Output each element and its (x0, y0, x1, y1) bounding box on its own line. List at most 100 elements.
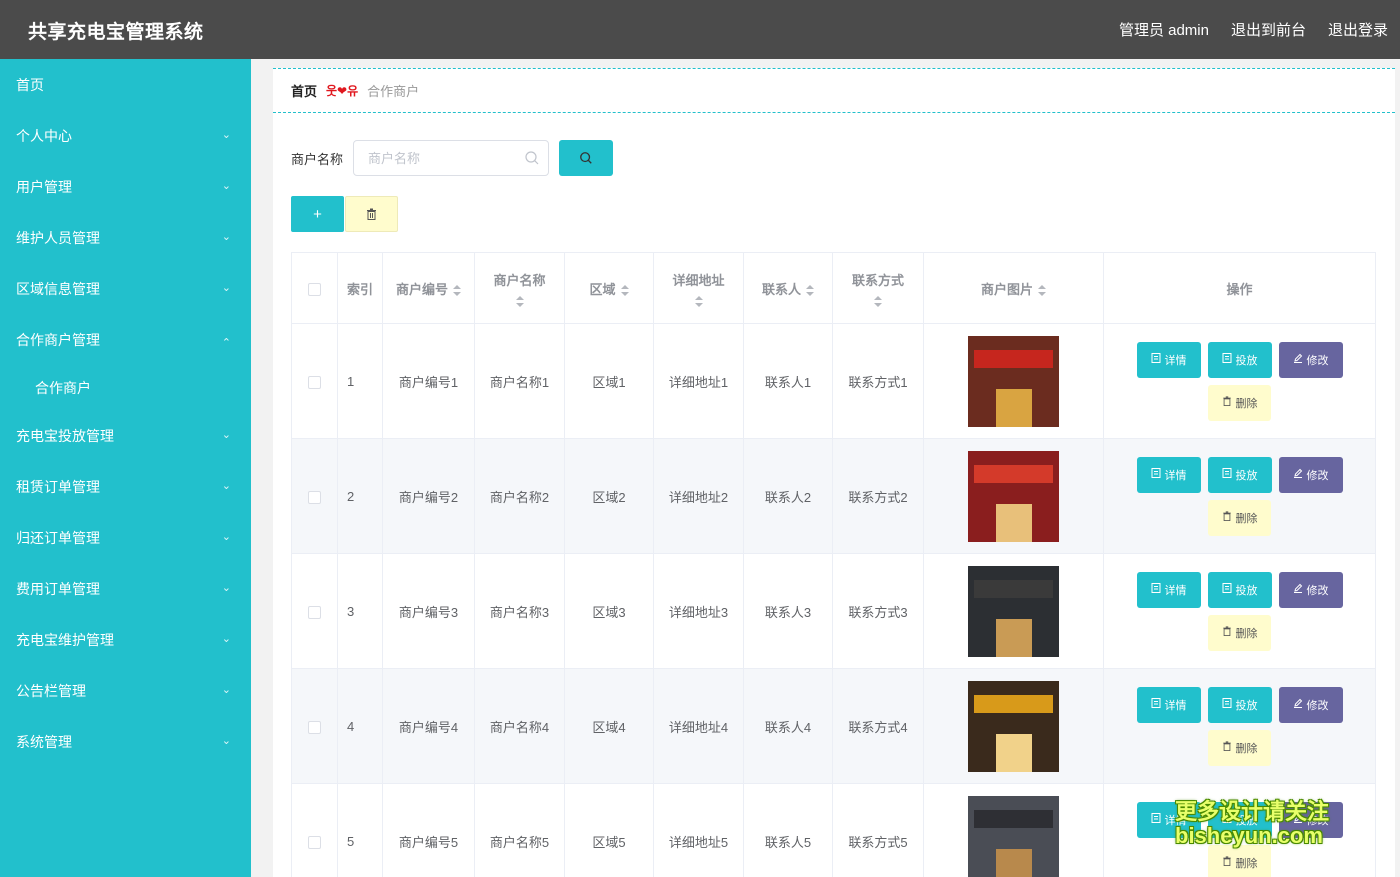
breadcrumb-home[interactable]: 首页 (291, 81, 317, 100)
cell-code: 商户编号2 (382, 438, 475, 554)
delete-button[interactable]: 删除 (1208, 844, 1271, 877)
cell-name: 商户名称5 (474, 783, 565, 877)
header-contact[interactable]: 联系人 (743, 252, 833, 324)
trash-icon (1222, 396, 1232, 409)
sidebar-item-label: 维护人员管理 (16, 229, 100, 246)
cell-area: 区域3 (564, 553, 654, 669)
search-input[interactable] (354, 141, 548, 175)
watermark: 更多设计请关注 bisheyun.com (1175, 799, 1329, 848)
checkbox[interactable] (308, 720, 321, 734)
header-phone[interactable]: 联系方式 (832, 252, 924, 324)
sidebar-item-personal-center[interactable]: 个人中心 ⌄ (0, 110, 251, 161)
sidebar-item-system-management[interactable]: 系统管理 ⌄ (0, 716, 251, 767)
cell-code: 商户编号4 (382, 668, 475, 784)
header-address[interactable]: 详细地址 (653, 252, 744, 324)
row-select-cell[interactable] (291, 438, 338, 554)
sort-icon[interactable] (874, 295, 882, 307)
row-select-cell[interactable] (291, 783, 338, 877)
sidebar-item-user-management[interactable]: 用户管理 ⌄ (0, 161, 251, 212)
chevron-down-icon: ⌄ (221, 531, 231, 543)
merchant-image[interactable] (968, 565, 1059, 657)
chevron-down-icon: ⌄ (221, 582, 231, 594)
sort-icon[interactable] (1038, 284, 1046, 296)
sidebar-item-label: 公告栏管理 (16, 682, 86, 699)
cell-index: 2 (337, 438, 383, 554)
checkbox[interactable] (308, 605, 321, 619)
deploy-button[interactable]: 投放 (1207, 686, 1272, 723)
sidebar-item-home[interactable]: 首页 (0, 59, 251, 110)
document-icon (1151, 698, 1161, 711)
checkbox[interactable] (308, 375, 321, 389)
admin-user-label[interactable]: 管理员 admin (1119, 19, 1209, 40)
sidebar-item-fee-orders[interactable]: 费用订单管理 ⌄ (0, 563, 251, 614)
edit-button[interactable]: 修改 (1278, 456, 1343, 493)
checkbox[interactable] (308, 835, 321, 849)
toolbar: + (291, 196, 398, 232)
header-name[interactable]: 商户名称 (474, 252, 565, 324)
cell-contact: 联系人5 (743, 783, 833, 877)
deploy-button[interactable]: 投放 (1207, 456, 1272, 493)
header-select-all[interactable] (291, 252, 338, 324)
search-form: 商户名称 (291, 140, 613, 176)
row-select-cell[interactable] (291, 553, 338, 669)
goto-front-link[interactable]: 退出到前台 (1231, 19, 1306, 40)
detail-button[interactable]: 详情 (1136, 571, 1201, 608)
logout-link[interactable]: 退出登录 (1328, 19, 1388, 40)
merchant-image[interactable] (968, 680, 1059, 772)
pencil-icon (1293, 698, 1303, 711)
sidebar-item-notice-board[interactable]: 公告栏管理 ⌄ (0, 665, 251, 716)
header-image[interactable]: 商户图片 (923, 252, 1104, 324)
cell-contact: 联系人3 (743, 553, 833, 669)
chevron-down-icon: ⌄ (221, 429, 231, 441)
merchant-image[interactable] (968, 795, 1059, 877)
search-icon (525, 151, 539, 165)
sort-icon[interactable] (694, 295, 703, 307)
edit-button[interactable]: 修改 (1278, 341, 1343, 378)
cell-name: 商户名称4 (474, 668, 565, 784)
row-select-cell[interactable] (291, 323, 338, 439)
header-area[interactable]: 区域 (564, 252, 654, 324)
cell-address: 详细地址5 (653, 783, 744, 877)
sidebar-item-maintainer-management[interactable]: 维护人员管理 ⌄ (0, 212, 251, 263)
cell-operations: 详情 投放 修改 删除 (1103, 668, 1376, 784)
sidebar-item-powerbank-maintenance[interactable]: 充电宝维护管理 ⌄ (0, 614, 251, 665)
delete-button[interactable]: 删除 (1208, 499, 1271, 536)
sort-icon[interactable] (453, 284, 461, 296)
edit-button[interactable]: 修改 (1278, 571, 1343, 608)
edit-button[interactable]: 修改 (1278, 686, 1343, 723)
delete-button[interactable]: 删除 (1208, 384, 1271, 421)
cell-area: 区域2 (564, 438, 654, 554)
sidebar-item-rental-orders[interactable]: 租赁订单管理 ⌄ (0, 461, 251, 512)
sidebar-item-area-management[interactable]: 区域信息管理 ⌄ (0, 263, 251, 314)
delete-button[interactable]: 删除 (1208, 729, 1271, 766)
document-icon (1151, 468, 1161, 481)
detail-button[interactable]: 详情 (1136, 686, 1201, 723)
checkbox[interactable] (308, 282, 321, 296)
table-header-row: 索引 商户编号 商户名称 区域 详细地址 联系人 联系方式 商户图片 操作 (291, 252, 1376, 324)
sidebar-subitem-merchant[interactable]: 合作商户 (0, 365, 251, 410)
deploy-button[interactable]: 投放 (1207, 341, 1272, 378)
top-bar: 共享充电宝管理系统 管理员 admin 退出到前台 退出登录 (0, 0, 1400, 59)
header-code[interactable]: 商户编号 (382, 252, 475, 324)
sidebar-item-merchant-management[interactable]: 合作商户管理 ⌃ (0, 314, 251, 365)
cell-phone: 联系方式5 (832, 783, 924, 877)
deploy-button[interactable]: 投放 (1207, 571, 1272, 608)
batch-delete-button[interactable] (345, 196, 398, 232)
pencil-icon (1293, 353, 1303, 366)
checkbox[interactable] (308, 490, 321, 504)
delete-button[interactable]: 删除 (1208, 614, 1271, 651)
table-row: 1 商户编号1 商户名称1 区域1 详细地址1 联系人1 联系方式1 详情 投放… (291, 323, 1376, 439)
sort-icon[interactable] (515, 295, 524, 307)
merchant-image[interactable] (968, 335, 1059, 427)
sidebar-item-return-orders[interactable]: 归还订单管理 ⌄ (0, 512, 251, 563)
detail-button[interactable]: 详情 (1136, 456, 1201, 493)
merchant-image[interactable] (968, 450, 1059, 542)
detail-button[interactable]: 详情 (1136, 341, 1201, 378)
search-button[interactable] (559, 140, 613, 176)
add-button[interactable]: + (291, 196, 344, 232)
sort-icon[interactable] (620, 284, 629, 296)
chevron-down-icon: ⌄ (221, 180, 231, 192)
sort-icon[interactable] (806, 284, 814, 296)
row-select-cell[interactable] (291, 668, 338, 784)
sidebar-item-powerbank-deploy[interactable]: 充电宝投放管理 ⌄ (0, 410, 251, 461)
